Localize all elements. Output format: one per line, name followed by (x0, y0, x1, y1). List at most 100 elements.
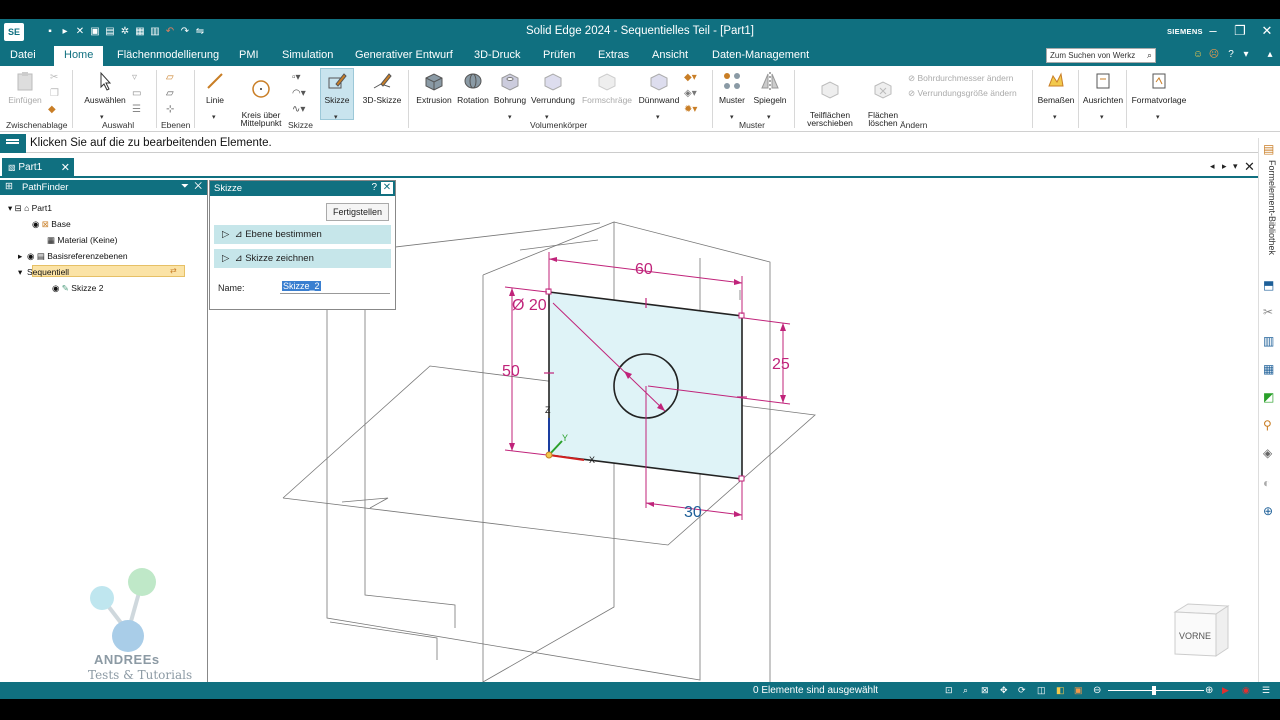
pan-icon[interactable]: ✥ (1000, 685, 1011, 696)
revolve-button[interactable]: Rotation (455, 70, 491, 105)
menu-generativ[interactable]: Generativer Entwurf (355, 49, 453, 61)
zoom-icon[interactable]: ⌕ (963, 685, 974, 696)
select-list-icon[interactable]: ☰ (132, 104, 141, 115)
menu-ansicht[interactable]: Ansicht (652, 49, 688, 61)
curve-icon[interactable]: ∿▾ (292, 104, 305, 115)
dim-diameter-text[interactable]: Ø 20 (512, 297, 547, 314)
dim-circle-x-text[interactable]: 30 (684, 504, 702, 521)
sketch-name-input[interactable]: Skizze_2 (280, 279, 390, 294)
help-icon[interactable]: ? (1225, 49, 1237, 61)
zoom-slider[interactable] (1108, 690, 1204, 691)
tree-item-refplanes[interactable]: ▸ ◉ ▤ Basisreferenzebenen (18, 250, 128, 262)
format-painter-icon[interactable]: ◆ (48, 104, 56, 115)
cut-icon[interactable]: ✂ (50, 72, 58, 83)
plane-offset-icon[interactable]: ▱ (166, 88, 174, 99)
tab-scroll-right-icon[interactable]: ▸ (1222, 161, 1227, 172)
dim-width-text[interactable]: 60 (635, 261, 653, 278)
rotate-icon[interactable]: ⟳ (1018, 685, 1029, 696)
restore-icon[interactable]: ❐ (1231, 23, 1249, 39)
menu-pmi[interactable]: PMI (239, 49, 259, 61)
pathfinder-filter-icon[interactable]: ⏷ (181, 181, 189, 192)
dock-icon-9[interactable]: ⊕ (1263, 504, 1277, 518)
step-draw-sketch[interactable]: ▷ ⊿ Skizze zeichnen (214, 249, 391, 268)
close-icon[interactable]: ✕ (381, 182, 393, 194)
doc-tab-part1[interactable]: ▧ Part1 ✕ (2, 158, 74, 178)
paste-button[interactable]: Einfügen (6, 70, 44, 105)
dock-icon-6[interactable]: ⚲ (1263, 418, 1277, 432)
menu-home[interactable]: Home (54, 46, 104, 66)
close-document-icon[interactable]: ✕ (1244, 159, 1255, 175)
shading-icon[interactable]: ◧ (1056, 685, 1067, 696)
delete-faces-button[interactable]: Flächen löschen (860, 70, 906, 127)
hole-button[interactable]: Bohrung (492, 70, 528, 105)
pathfinder-close-icon[interactable]: ✕ (194, 181, 202, 192)
prompt-toggle-icon[interactable] (0, 134, 26, 153)
dock-icon-5[interactable]: ◩ (1263, 390, 1277, 404)
select-filter-icon[interactable]: ▿ (132, 72, 137, 83)
fit-icon[interactable]: ⊠ (981, 685, 992, 696)
eye-icon[interactable]: ◉ (32, 219, 39, 229)
pattern-button[interactable]: Muster (716, 70, 748, 105)
line-button[interactable]: Linie (200, 70, 230, 105)
menu-extras[interactable]: Extras (598, 49, 629, 61)
dock-icon-3[interactable]: ▥ (1263, 334, 1277, 348)
frown-icon[interactable]: ☹ (1208, 49, 1220, 61)
3d-sketch-button[interactable]: 3D-Skizze (360, 70, 404, 105)
menu-flaechen[interactable]: Flächenmodellierung (117, 49, 219, 61)
record-icon[interactable]: ◉ (1242, 685, 1253, 696)
dock-icon-1[interactable]: ⬒ (1263, 278, 1277, 292)
style-button[interactable]: Formatvorlage (1128, 70, 1190, 105)
dock-icon-2[interactable]: ✂ (1263, 305, 1277, 319)
view-cube[interactable]: VORNE (1173, 603, 1230, 657)
menu-datei[interactable]: Datei (10, 49, 36, 61)
select-box-icon[interactable]: ▭ (132, 88, 141, 99)
round-size-change[interactable]: ⊘ Verrundungsgröße ändern (908, 88, 1017, 99)
mirror-button[interactable]: Spiegeln (750, 70, 790, 105)
tab-list-icon[interactable]: ▾ (1233, 161, 1238, 172)
sketch-button[interactable]: Skizze (320, 70, 354, 105)
feature-library-tab[interactable]: Formelement-Bibliothek (1263, 160, 1277, 280)
status-menu-icon[interactable]: ☰ (1262, 685, 1273, 696)
more-solids-icon-3[interactable]: ✹▾ (684, 104, 697, 115)
tree-item-material[interactable]: ▦ Material (Keine) (47, 234, 117, 246)
help-icon[interactable]: ? (371, 182, 377, 193)
zoom-in-icon[interactable]: ⊕ (1205, 685, 1216, 696)
move-faces-button[interactable]: Teilflächen verschieben (800, 70, 860, 127)
dock-icon-8[interactable]: ◐ (1263, 476, 1277, 490)
hole-diameter-change[interactable]: ⊘ Bohrdurchmesser ändern (908, 73, 1013, 84)
circle-center-button[interactable]: Kreis über Mittelpunkt (232, 70, 290, 127)
finish-button[interactable]: Fertigstellen (325, 203, 389, 221)
ribbon-minimize-icon[interactable]: ▴ (1264, 49, 1276, 61)
smiley-icon[interactable]: ☺ (1192, 49, 1204, 61)
dock-icon-7[interactable]: ◈ (1263, 446, 1277, 460)
extrude-button[interactable]: Extrusion (414, 70, 454, 105)
minimize-icon[interactable]: – (1204, 23, 1222, 38)
dock-icon-4[interactable]: ▦ (1263, 362, 1277, 376)
menu-daten[interactable]: Daten-Management (712, 49, 809, 61)
close-tab-icon[interactable]: ✕ (61, 161, 70, 174)
dimension-button[interactable]: Bemaßen (1036, 70, 1076, 105)
collapse-icon[interactable]: ▾ (18, 267, 22, 277)
more-solids-icon-2[interactable]: ◈▾ (684, 88, 697, 99)
dim-circle-y-text[interactable]: 25 (772, 356, 790, 373)
dim-height-text[interactable]: 50 (502, 363, 520, 380)
menu-3d-druck[interactable]: 3D-Druck (474, 49, 520, 61)
sequential-toggle-icon[interactable]: ⇄ (170, 266, 177, 275)
select-button[interactable]: Auswählen (82, 70, 128, 105)
menu-pruefen[interactable]: Prüfen (543, 49, 575, 61)
tree-item-sequential[interactable]: ▾ Sequentiell (18, 266, 69, 278)
arc-icon[interactable]: ◠▾ (292, 88, 306, 99)
zoom-slider-thumb[interactable] (1152, 686, 1156, 695)
align-button[interactable]: Ausrichten (1080, 70, 1126, 105)
display-icon[interactable]: ▣ (1074, 685, 1085, 696)
zoom-area-icon[interactable]: ⊡ (945, 685, 956, 696)
zoom-out-icon[interactable]: ⊖ (1093, 685, 1104, 696)
close-icon[interactable]: ✕ (1258, 23, 1276, 39)
draft-button[interactable]: Formschräge (580, 70, 634, 105)
tab-scroll-left-icon[interactable]: ◂ (1210, 161, 1215, 172)
coordinate-system-icon[interactable]: ⊹ (166, 104, 174, 115)
command-search-input[interactable]: Zum Suchen von Werkz ⌕ (1046, 48, 1156, 63)
video-icon[interactable]: ▶ (1222, 685, 1233, 696)
expand-icon[interactable]: ▸ (18, 251, 22, 261)
thin-wall-button[interactable]: Dünnwand (636, 70, 682, 105)
